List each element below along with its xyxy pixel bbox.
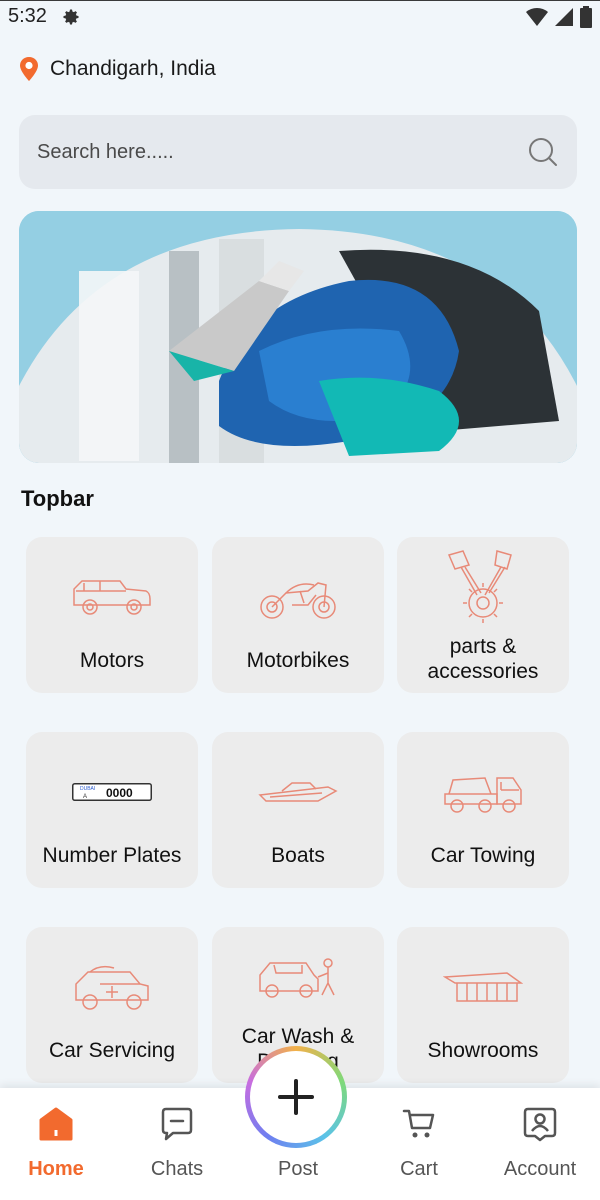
svg-text:A: A bbox=[83, 794, 87, 800]
nav-cart[interactable]: Cart bbox=[359, 1088, 479, 1200]
category-tile-parts-accessories[interactable]: parts & accessories bbox=[397, 537, 569, 693]
category-tile-number-plates[interactable]: DUBAI A 0000 Number Plates bbox=[26, 732, 198, 888]
nav-chats[interactable]: Chats bbox=[117, 1088, 237, 1200]
nav-post-label: Post bbox=[277, 1158, 319, 1180]
home-icon bbox=[39, 1107, 73, 1141]
category-label: Boats bbox=[271, 844, 325, 867]
nav-home-label: Home bbox=[28, 1158, 84, 1180]
nav-home[interactable]: Home bbox=[0, 1088, 116, 1200]
plate-number-text: 0000 bbox=[106, 786, 133, 800]
search-bar[interactable] bbox=[19, 115, 577, 189]
banner-image bbox=[19, 211, 577, 463]
category-tile-showrooms[interactable]: Showrooms bbox=[397, 927, 569, 1083]
plate-small-text: DUBAI bbox=[80, 786, 95, 792]
chat-bubble-icon bbox=[161, 1107, 193, 1141]
car-service-icon bbox=[75, 965, 149, 1010]
nav-cart-label: Cart bbox=[400, 1158, 438, 1180]
cell-signal-icon bbox=[555, 7, 573, 26]
tow-truck-icon bbox=[444, 777, 522, 813]
location-pin-icon bbox=[20, 57, 38, 81]
post-button[interactable] bbox=[245, 1046, 347, 1148]
cart-icon bbox=[402, 1109, 435, 1138]
speedboat-icon bbox=[258, 782, 338, 802]
category-label: Motors bbox=[79, 649, 145, 672]
suv-car-icon bbox=[73, 580, 151, 615]
plus-icon bbox=[278, 1079, 314, 1115]
category-label: Number Plates bbox=[42, 844, 182, 867]
location-selector[interactable]: Chandigarh, India bbox=[18, 56, 216, 82]
section-title: Topbar bbox=[21, 486, 94, 511]
category-tile-motors[interactable]: Motors bbox=[26, 537, 198, 693]
motorbike-icon bbox=[260, 582, 336, 619]
promo-banner[interactable] bbox=[19, 211, 577, 463]
nav-account[interactable]: Account bbox=[480, 1088, 600, 1200]
location-text: Chandigarh, India bbox=[50, 57, 216, 80]
account-icon bbox=[523, 1107, 557, 1142]
battery-icon bbox=[580, 5, 592, 28]
showroom-icon bbox=[443, 972, 523, 1002]
category-label: parts & accessories bbox=[427, 635, 539, 683]
status-bar: 5:32 bbox=[0, 0, 600, 32]
category-tile-motorbikes[interactable]: Motorbikes bbox=[212, 537, 384, 693]
wifi-icon bbox=[526, 7, 548, 26]
nav-chats-label: Chats bbox=[150, 1158, 204, 1180]
car-wash-icon bbox=[259, 958, 335, 998]
category-label: Car Servicing bbox=[48, 1039, 176, 1062]
settings-gear-icon bbox=[63, 9, 79, 25]
category-label: Car Towing bbox=[430, 844, 536, 867]
search-input[interactable] bbox=[37, 140, 527, 164]
category-tile-car-towing[interactable]: Car Towing bbox=[397, 732, 569, 888]
status-time: 5:32 bbox=[8, 5, 47, 27]
search-icon[interactable] bbox=[527, 136, 559, 168]
category-label: Showrooms bbox=[427, 1039, 539, 1062]
nav-account-label: Account bbox=[503, 1158, 577, 1180]
category-tile-car-servicing[interactable]: Car Servicing bbox=[26, 927, 198, 1083]
category-tile-boats[interactable]: Boats bbox=[212, 732, 384, 888]
number-plate-icon: DUBAI A 0000 bbox=[72, 783, 152, 801]
engine-pistons-icon bbox=[447, 550, 512, 623]
category-label: Motorbikes bbox=[246, 649, 350, 672]
